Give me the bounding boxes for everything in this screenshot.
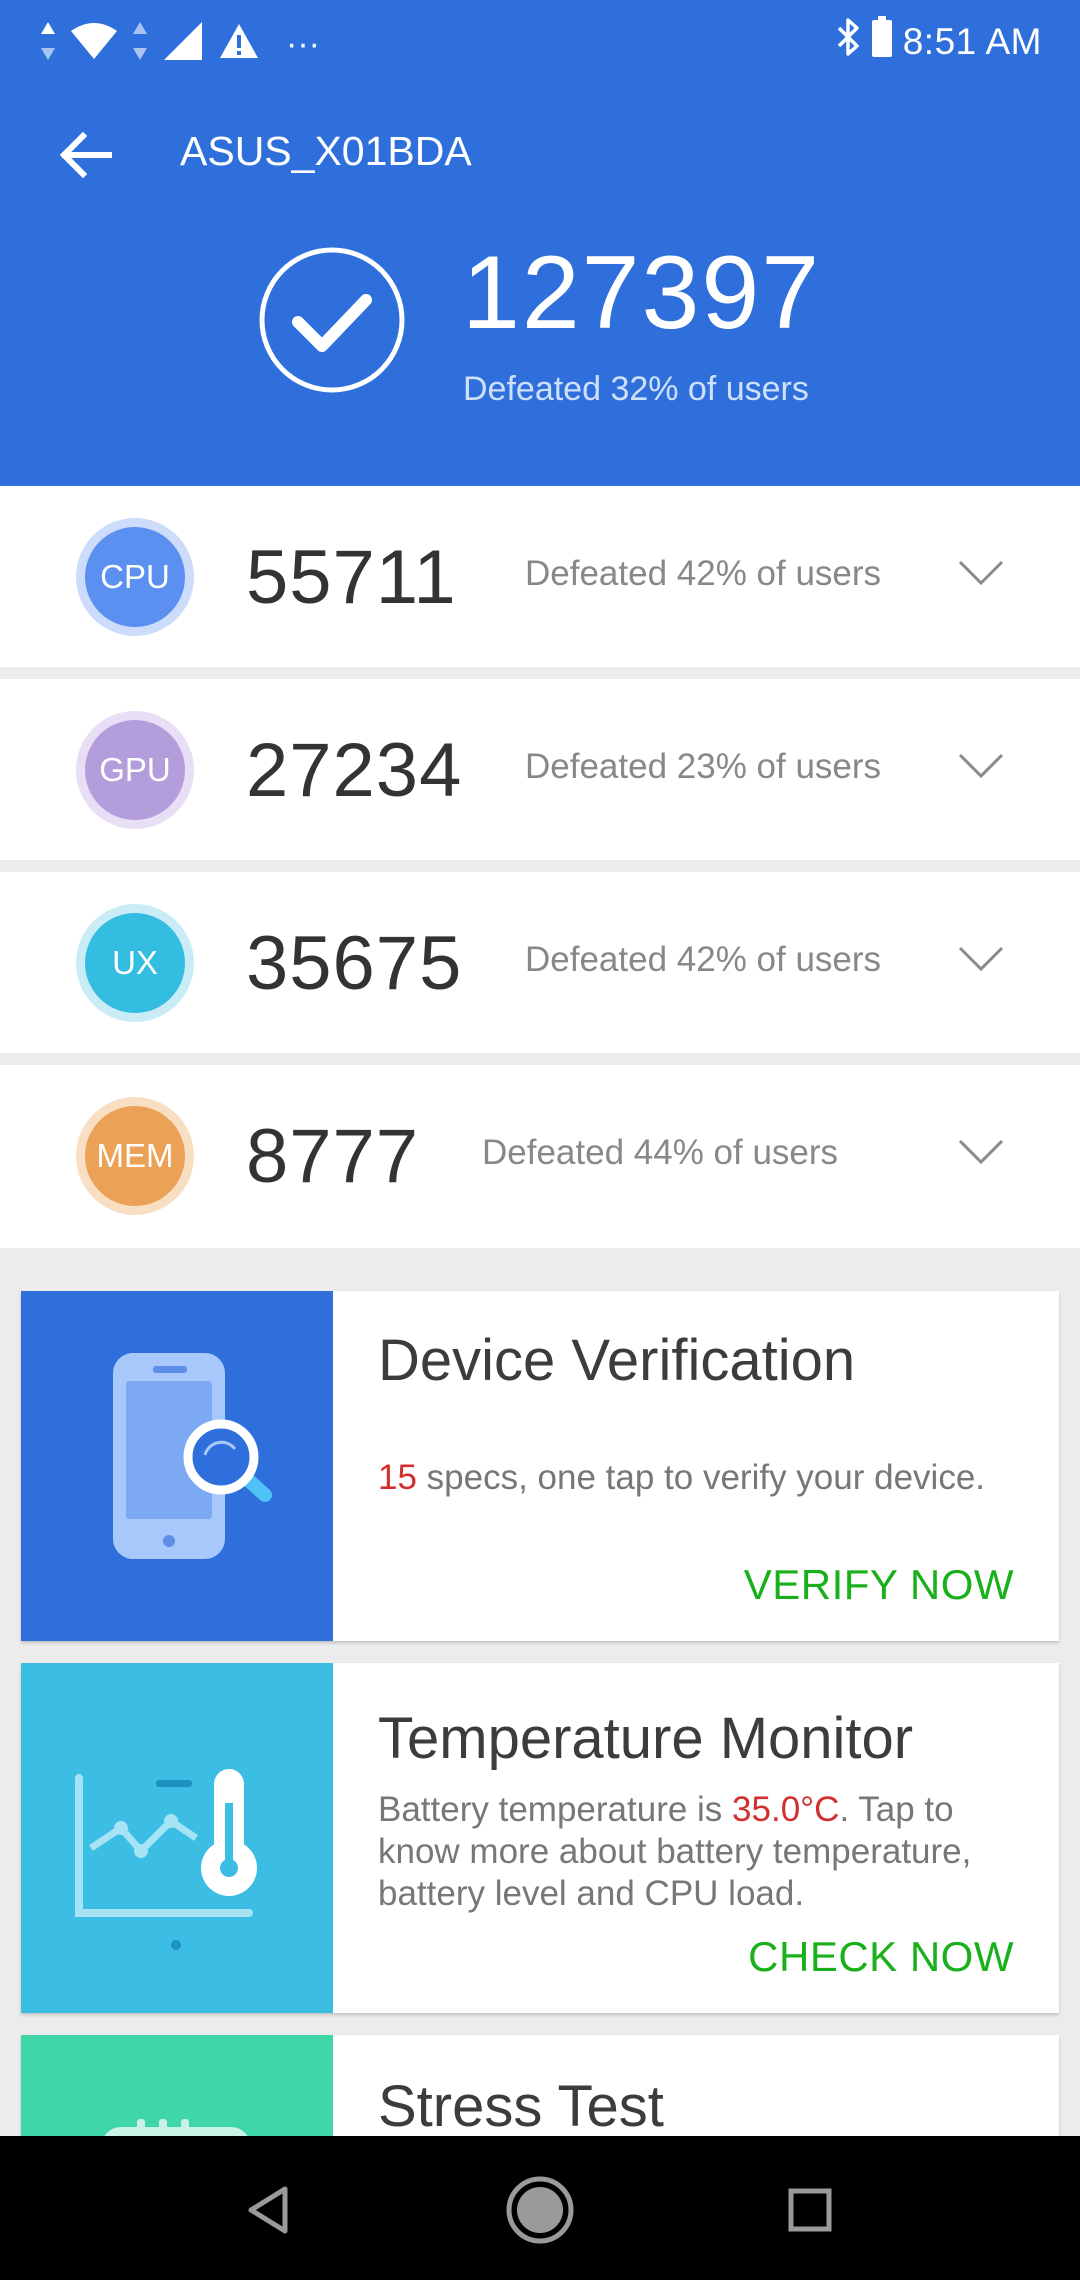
mem-badge: MEM [76,1097,194,1215]
arrow-left-icon [59,131,112,179]
gpu-badge: GPU [76,711,194,829]
total-defeated-text: Defeated 32% of users [463,370,809,408]
status-right-icons: 8:51 AM [835,16,1042,68]
chevron-down-icon[interactable] [956,741,1006,791]
ux-badge-label: UX [85,913,185,1013]
chevron-down-icon[interactable] [956,548,1006,598]
chevron-down-icon[interactable] [956,1127,1006,1177]
device-verification-desc-text: specs, one tap to verify your device. [416,1458,986,1497]
gpu-badge-label: GPU [85,720,185,820]
total-score: 127397 [462,235,822,351]
wifi-icon [70,21,118,66]
chevron-down-icon[interactable] [956,934,1006,984]
score-row-mem[interactable]: MEM 8777 Defeated 44% of users [0,1065,1080,1248]
temperature-monitor-desc: Battery temperature is 35.0°C. Tap to kn… [378,1789,1028,1915]
warning-icon [218,22,260,65]
cpu-badge-label: CPU [85,527,185,627]
battery-temperature-value: 35.0°C [732,1790,840,1829]
signal-arrows-icon [132,18,148,69]
check-now-button[interactable]: CHECK NOW [748,1933,1014,1981]
nav-back-button[interactable] [230,2172,306,2248]
gpu-score: 27234 [246,728,463,813]
ux-score: 35675 [246,921,463,1006]
score-row-ux[interactable]: UX 35675 Defeated 42% of users [0,872,1080,1053]
status-left-icons: ··· [40,18,320,69]
mem-score: 8777 [246,1114,420,1199]
gpu-defeated-text: Defeated 23% of users [525,747,882,786]
score-row-cpu[interactable]: CPU 55711 Defeated 42% of users [0,486,1080,667]
ux-defeated-text: Defeated 42% of users [525,940,882,979]
temperature-monitor-art [21,1663,333,2013]
phone-search-icon [113,1353,272,1559]
total-score-area: 127397 Defeated 32% of users [0,235,1080,440]
system-nav-bar [0,2136,1080,2280]
status-bar: ··· 8:51 AM [0,0,1080,86]
home-circle-icon [506,2176,574,2244]
score-row-gpu[interactable]: GPU 27234 Defeated 23% of users [0,679,1080,860]
cell-signal-icon [162,20,204,67]
mem-badge-label: MEM [85,1106,185,1206]
more-notifications-icon: ··· [286,24,320,63]
page-title: ASUS_X01BDA [180,128,472,174]
verify-now-button[interactable]: VERIFY NOW [744,1561,1014,1609]
nav-recents-button[interactable] [772,2172,848,2248]
cpu-score: 55711 [246,535,457,620]
specs-count: 15 [378,1458,417,1497]
bluetooth-icon [835,16,861,68]
score-list: CPU 55711 Defeated 42% of users GPU 2723… [0,486,1080,1248]
device-verification-desc: 15 specs, one tap to verify your device. [378,1457,1028,1499]
device-verification-card[interactable]: Device Verification 15 specs, one tap to… [21,1291,1059,1641]
battery-icon [871,16,893,68]
device-verification-art [21,1291,333,1641]
triangle-back-icon [248,2186,288,2234]
temperature-monitor-card[interactable]: Temperature Monitor Battery temperature … [21,1663,1059,2013]
square-recents-icon [788,2188,832,2232]
ux-badge: UX [76,904,194,1022]
cpu-badge: CPU [76,518,194,636]
back-button[interactable] [50,120,120,190]
stress-test-title: Stress Test [378,2074,664,2139]
thermometer-chart-icon [75,1769,257,1950]
temperature-desc-pre: Battery temperature is [378,1790,733,1829]
data-arrows-icon [40,18,56,69]
status-time: 8:51 AM [902,21,1042,62]
header: ··· 8:51 AM ASUS_X01BDA 127397 Defeated … [0,0,1080,486]
check-circle-icon [259,247,405,393]
temperature-monitor-title: Temperature Monitor [378,1706,914,1771]
cpu-defeated-text: Defeated 42% of users [525,554,882,593]
mem-defeated-text: Defeated 44% of users [482,1133,839,1172]
device-verification-title: Device Verification [378,1328,856,1393]
app-bar: ASUS_X01BDA [0,100,1080,210]
nav-home-button[interactable] [502,2172,578,2248]
